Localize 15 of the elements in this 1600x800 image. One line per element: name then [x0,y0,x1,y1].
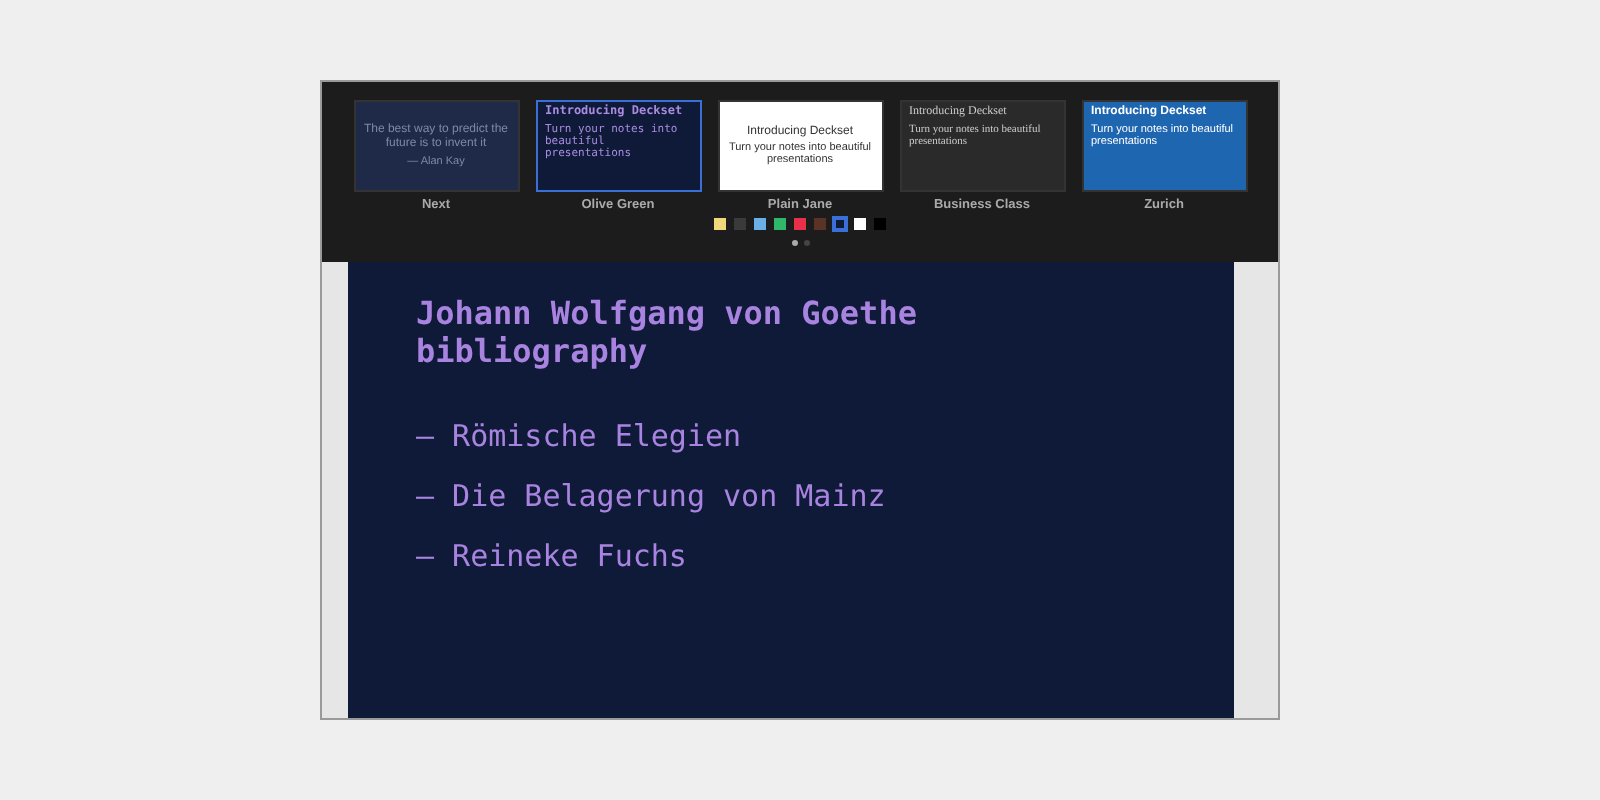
color-swatch[interactable] [832,216,848,232]
color-swatch[interactable] [792,216,808,232]
color-swatch[interactable] [712,216,728,232]
color-swatch[interactable] [732,216,748,232]
bullet-item: — Die Belagerung von Mainz [416,478,886,514]
color-swatch[interactable] [812,216,828,232]
slide-title: Johann Wolfgang von Goethe bibliography [416,294,919,370]
color-swatch[interactable] [772,216,788,232]
color-swatch[interactable] [852,216,868,232]
bullet-item: — Reineke Fuchs [416,538,687,574]
bullet-item: — Römische Elegien [416,418,742,454]
color-swatch[interactable] [752,216,768,232]
page-dot[interactable] [791,240,797,246]
page-dot[interactable] [803,240,809,246]
color-swatch[interactable] [872,216,888,232]
